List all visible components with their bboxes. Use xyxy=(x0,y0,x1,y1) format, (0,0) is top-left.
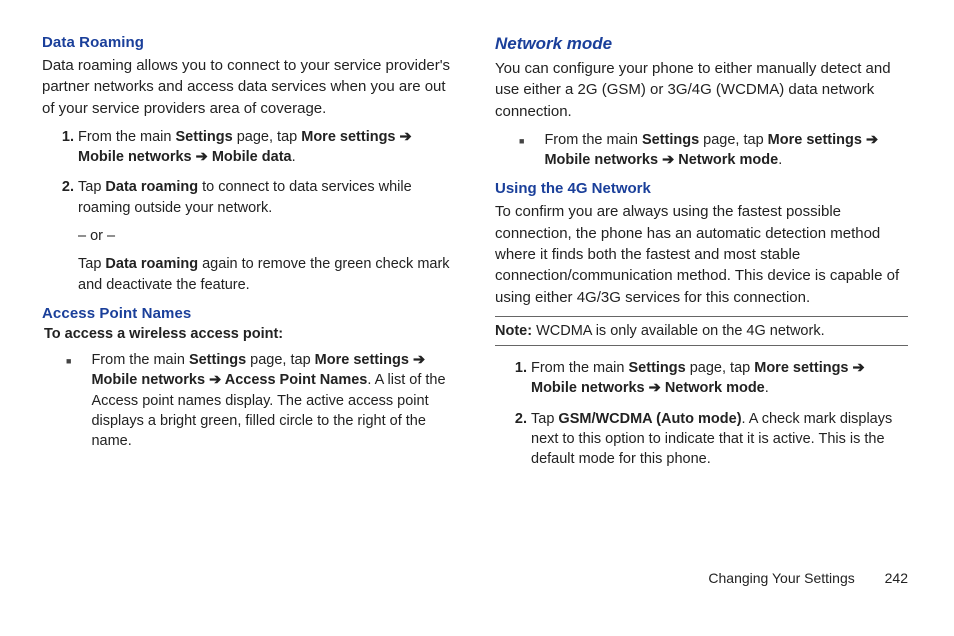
square-bullet-icon: ■ xyxy=(519,130,524,171)
or-divider: – or – xyxy=(78,226,455,246)
heading-4g: Using the 4G Network xyxy=(495,180,908,197)
page-footer: Changing Your Settings 242 xyxy=(0,570,954,600)
right-column: Network mode You can configure your phon… xyxy=(495,34,908,552)
heading-data-roaming: Data Roaming xyxy=(42,34,455,51)
step-2-4g: Tap GSM/WCDMA (Auto mode). A check mark … xyxy=(531,409,908,470)
step-2b: Tap Data roaming again to remove the gre… xyxy=(78,254,455,295)
para-4g-intro: To confirm you are always using the fast… xyxy=(495,201,908,307)
apn-subhead: To access a wireless access point: xyxy=(44,326,455,342)
list-4g-steps: From the main Settings page, tap More se… xyxy=(495,358,908,469)
para-network-mode-intro: You can configure your phone to either m… xyxy=(495,58,908,122)
step-1: From the main Settings page, tap More se… xyxy=(78,127,455,168)
list-data-roaming-steps: From the main Settings page, tap More se… xyxy=(42,127,455,295)
heading-apn: Access Point Names xyxy=(42,305,455,322)
footer-section: Changing Your Settings xyxy=(708,570,854,586)
apn-bullet: ■ From the main Settings page, tap More … xyxy=(42,350,455,451)
footer-page-number: 242 xyxy=(885,570,908,586)
step-2: Tap Data roaming to connect to data serv… xyxy=(78,177,455,294)
square-bullet-icon: ■ xyxy=(66,350,71,451)
network-mode-bullet: ■ From the main Settings page, tap More … xyxy=(495,130,908,171)
left-column: Data Roaming Data roaming allows you to … xyxy=(42,34,455,552)
page-body: Data Roaming Data roaming allows you to … xyxy=(0,0,954,570)
note-box: Note: WCDMA is only available on the 4G … xyxy=(495,316,908,346)
para-data-roaming-intro: Data roaming allows you to connect to yo… xyxy=(42,55,455,119)
heading-network-mode: Network mode xyxy=(495,34,908,54)
step-1-4g: From the main Settings page, tap More se… xyxy=(531,358,908,399)
